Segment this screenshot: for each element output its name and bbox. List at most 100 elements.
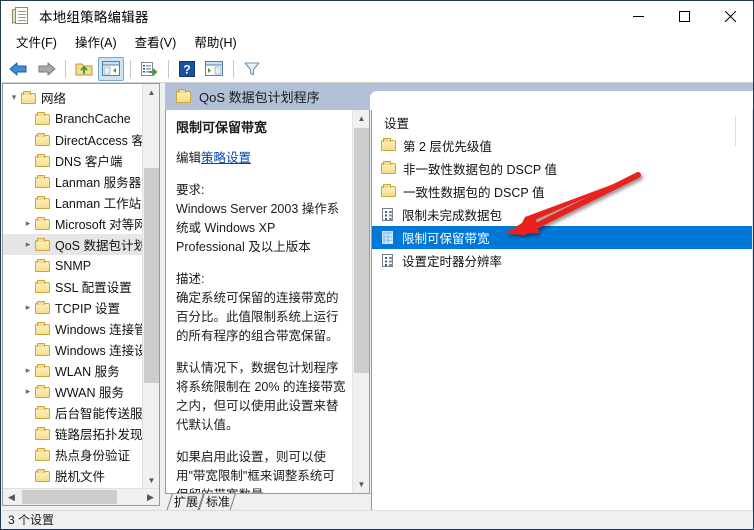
folder-icon <box>35 343 51 356</box>
window-title: 本地组策略编辑器 <box>39 10 149 25</box>
back-button[interactable] <box>6 57 32 81</box>
console-tree-button[interactable] <box>98 56 124 81</box>
policy-document-icon <box>11 5 33 27</box>
close-button[interactable] <box>707 1 753 31</box>
help-button[interactable]: ? <box>174 57 200 81</box>
tree-item[interactable]: DNS 客户端 <box>3 150 143 171</box>
tree-item[interactable]: BranchCache <box>3 108 143 129</box>
tree-item-label: Lanman 工作站 <box>55 197 142 211</box>
setting-row-limit-reservable-bandwidth[interactable]: 限制可保留带宽 <box>372 226 753 249</box>
setting-row[interactable]: 设置定时器分辨率 <box>372 249 753 272</box>
requirement-label: 要求: <box>176 183 205 197</box>
folder-icon <box>35 301 51 314</box>
setting-row[interactable]: 非一致性数据包的 DSCP 值 <box>372 157 753 180</box>
tree-vertical-scrollbar[interactable]: ▲ ▼ <box>142 84 159 489</box>
scroll-down-icon[interactable]: ▼ <box>143 472 159 489</box>
tree-item[interactable]: 热点身份验证 <box>3 444 143 465</box>
edit-policy-setting-link[interactable]: 策略设置 <box>201 151 251 165</box>
tree-item[interactable]: 链路层拓扑发现 <box>3 423 143 444</box>
column-divider <box>735 116 736 146</box>
toolbar: ? <box>1 55 753 83</box>
tree-item-label: WLAN 服务 <box>55 365 120 379</box>
tree-item-label: BranchCache <box>55 111 131 126</box>
svg-text:?: ? <box>183 62 190 76</box>
title-bar: 本地组策略编辑器 <box>1 1 753 31</box>
tree-item[interactable]: Windows 连接管理器 <box>3 318 143 339</box>
chevron-right-icon[interactable]: ▸ <box>21 387 35 396</box>
tree-item[interactable]: ▸ Microsoft 对等网络服务 <box>3 213 143 234</box>
setting-row[interactable]: 一致性数据包的 DSCP 值 <box>372 180 753 203</box>
tab-standard[interactable]: 标准 <box>199 494 235 511</box>
tree-item-label: SNMP <box>55 258 92 273</box>
tree-item[interactable]: DirectAccess 客户端体验设置 <box>3 129 143 150</box>
description-paragraph-2-block: 默认情况下，数据包计划程序将系统限制在 20% 的连接带宽之内，但可以使用此设置… <box>176 359 346 435</box>
up-one-level-button[interactable] <box>71 57 97 81</box>
menu-view[interactable]: 查看(V) <box>126 33 186 53</box>
scroll-up-icon[interactable]: ▲ <box>143 84 159 101</box>
tree-item[interactable]: Lanman 服务器 <box>3 171 143 192</box>
scroll-down-icon[interactable]: ▼ <box>353 476 369 493</box>
tree-item-network[interactable]: ▾ 网络 <box>3 87 143 108</box>
toolbar-separator <box>130 59 131 78</box>
requirement-block: 要求: Windows Server 2003 操作系统或 Windows XP… <box>176 181 346 257</box>
folder-icon <box>35 112 51 125</box>
tree-item-label: Microsoft 对等网络服务 <box>55 218 143 232</box>
tree-item-label: QoS 数据包计划程序 <box>55 239 143 253</box>
chevron-right-icon[interactable]: ▸ <box>21 366 35 375</box>
folder-icon <box>381 138 397 152</box>
chevron-right-icon[interactable]: ▸ <box>21 240 35 249</box>
explain-vertical-scrollbar[interactable]: ▲ ▼ <box>352 110 369 493</box>
tab-extended[interactable]: 扩展 <box>167 494 203 511</box>
settings-scroll-edge <box>752 110 753 511</box>
tree-horizontal-scrollbar[interactable]: ◀ ▶ <box>3 488 159 505</box>
description-paragraph-3-block: 如果启用此设置，则可以使用"带宽限制"框来调整系统可保留的带宽数量。 <box>176 448 346 493</box>
forward-button[interactable] <box>33 57 59 81</box>
scroll-left-icon[interactable]: ◀ <box>3 489 20 505</box>
explain-scroll-thumb[interactable] <box>354 128 369 373</box>
minimize-button[interactable] <box>615 1 661 31</box>
status-bar: 3 个设置 <box>2 510 753 528</box>
tree-item[interactable]: ▸ WLAN 服务 <box>3 360 143 381</box>
export-list-button[interactable] <box>136 57 162 81</box>
tree-item-label: 链路层拓扑发现 <box>55 428 143 442</box>
scroll-right-icon[interactable]: ▶ <box>142 489 159 505</box>
tree-item[interactable]: ▸ TCPIP 设置 <box>3 297 143 318</box>
folder-icon <box>35 238 51 251</box>
tree-item[interactable]: SSL 配置设置 <box>3 276 143 297</box>
filter-button[interactable] <box>239 57 265 81</box>
policy-tree: ▾ 网络 BranchCache DirectAccess 客户端体验设置 <box>3 84 143 505</box>
description-paragraph-2: 默认情况下，数据包计划程序将系统限制在 20% 的连接带宽之内，但可以使用此设置… <box>176 361 346 432</box>
tree-item[interactable]: Windows 连接设备平台 <box>3 339 143 360</box>
maximize-button[interactable] <box>661 1 707 31</box>
explain-content: 限制可保留带宽 编辑策略设置 要求: Windows Server 2003 操… <box>166 110 356 493</box>
chevron-right-icon[interactable]: ▸ <box>21 303 35 312</box>
folder-icon <box>35 469 51 482</box>
setting-label: 一致性数据包的 DSCP 值 <box>403 186 545 200</box>
setting-label: 限制可保留带宽 <box>402 232 490 246</box>
menu-action[interactable]: 操作(A) <box>66 33 126 53</box>
tree-item[interactable]: Lanman 工作站 <box>3 192 143 213</box>
tree-item-qos-packet-scheduler[interactable]: ▸ QoS 数据包计划程序 <box>3 234 143 255</box>
setting-label: 设置定时器分辨率 <box>402 255 503 269</box>
toolbar-separator <box>233 59 234 78</box>
tree-item[interactable]: ▸ WWAN 服务 <box>3 381 143 402</box>
details-pane: QoS 数据包计划程序 限制可保留带宽 编辑策略设置 要求: Windows S… <box>165 83 753 512</box>
menu-file[interactable]: 文件(F) <box>7 33 66 53</box>
scroll-up-icon[interactable]: ▲ <box>353 110 369 127</box>
pane-header-title: QoS 数据包计划程序 <box>199 90 320 105</box>
menu-help[interactable]: 帮助(H) <box>185 33 245 53</box>
tree-item[interactable]: 脱机文件 <box>3 465 143 486</box>
tree-item-label: DNS 客户端 <box>55 155 123 169</box>
tree-hscroll-thumb[interactable] <box>22 490 117 504</box>
toolbar-separator <box>65 59 66 78</box>
tree-item[interactable]: SNMP <box>3 255 143 276</box>
chevron-right-icon[interactable]: ▸ <box>21 219 35 228</box>
tree-item[interactable]: 后台智能传送服务(BITS) <box>3 402 143 423</box>
folder-icon <box>35 427 51 440</box>
chevron-down-icon[interactable]: ▾ <box>7 93 21 102</box>
settings-column-header[interactable]: 设置 <box>372 110 753 134</box>
action-pane-button[interactable] <box>201 57 227 81</box>
tree-scroll-thumb[interactable] <box>144 168 159 383</box>
setting-row[interactable]: 限制未完成数据包 <box>372 203 753 226</box>
setting-row[interactable]: 第 2 层优先级值 <box>372 134 753 157</box>
